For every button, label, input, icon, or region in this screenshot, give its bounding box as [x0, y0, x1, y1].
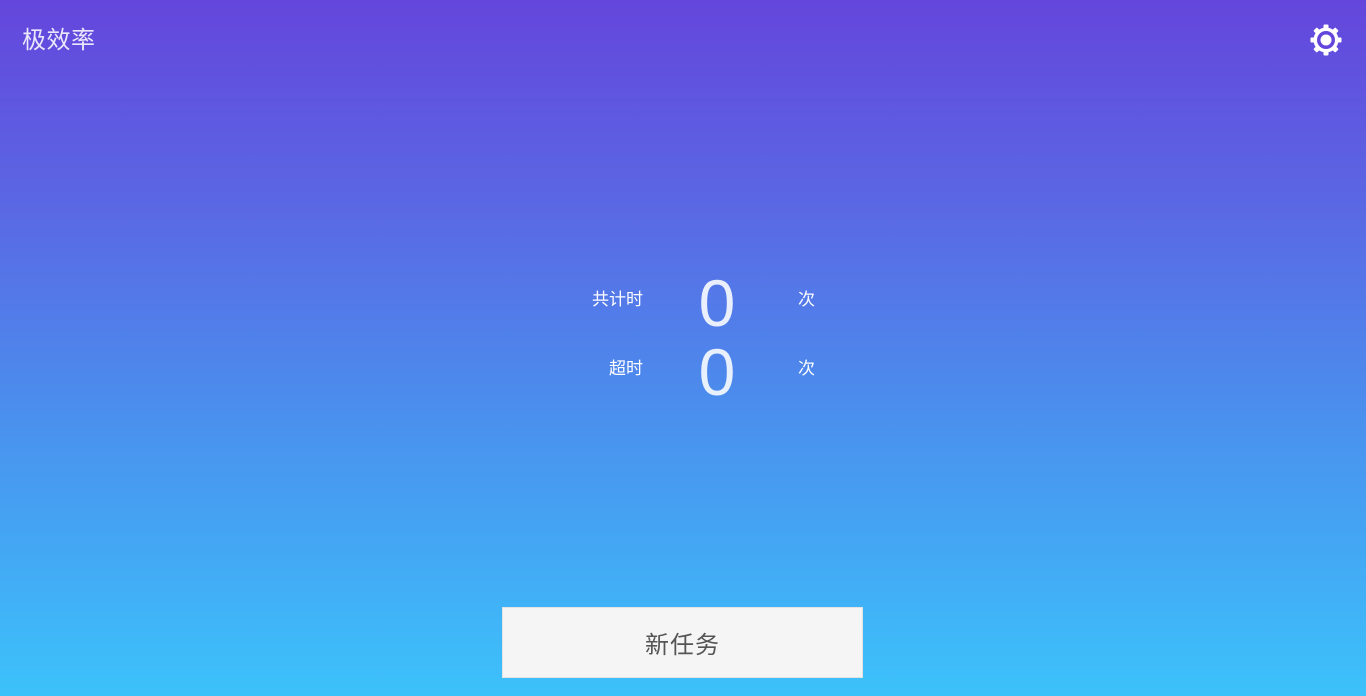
overtime-count: 0 — [698, 335, 736, 409]
total-count: 0 — [698, 266, 736, 340]
overtime-label: 超时 — [609, 359, 643, 379]
total-label: 共计时 — [592, 290, 643, 310]
stats-panel: 共计时 0 次 超时 0 次 — [0, 0, 1366, 696]
overtime-unit: 次 — [798, 359, 815, 379]
new-task-label: 新任务 — [645, 631, 720, 659]
total-unit: 次 — [798, 290, 815, 310]
new-task-button[interactable]: 新任务 — [502, 607, 863, 678]
